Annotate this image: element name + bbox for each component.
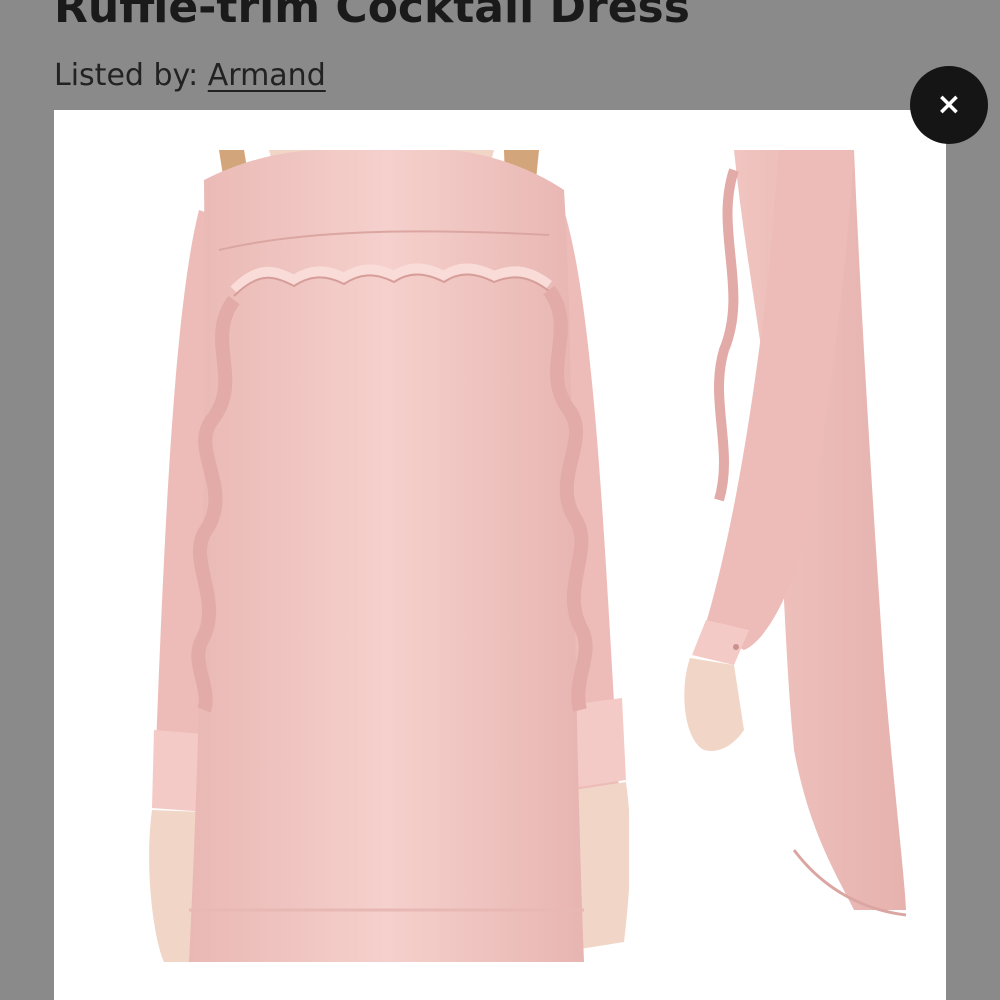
product-photo bbox=[94, 150, 906, 962]
listed-by-line: Listed by: Armand bbox=[54, 56, 326, 96]
close-icon: × bbox=[936, 87, 962, 122]
image-modal bbox=[54, 110, 946, 1000]
product-title: Ruffle-trim Cocktail Dress bbox=[54, 0, 690, 33]
listed-by-label: Listed by: bbox=[54, 58, 208, 93]
seller-link[interactable]: Armand bbox=[208, 58, 326, 93]
close-button[interactable]: × bbox=[910, 66, 988, 144]
